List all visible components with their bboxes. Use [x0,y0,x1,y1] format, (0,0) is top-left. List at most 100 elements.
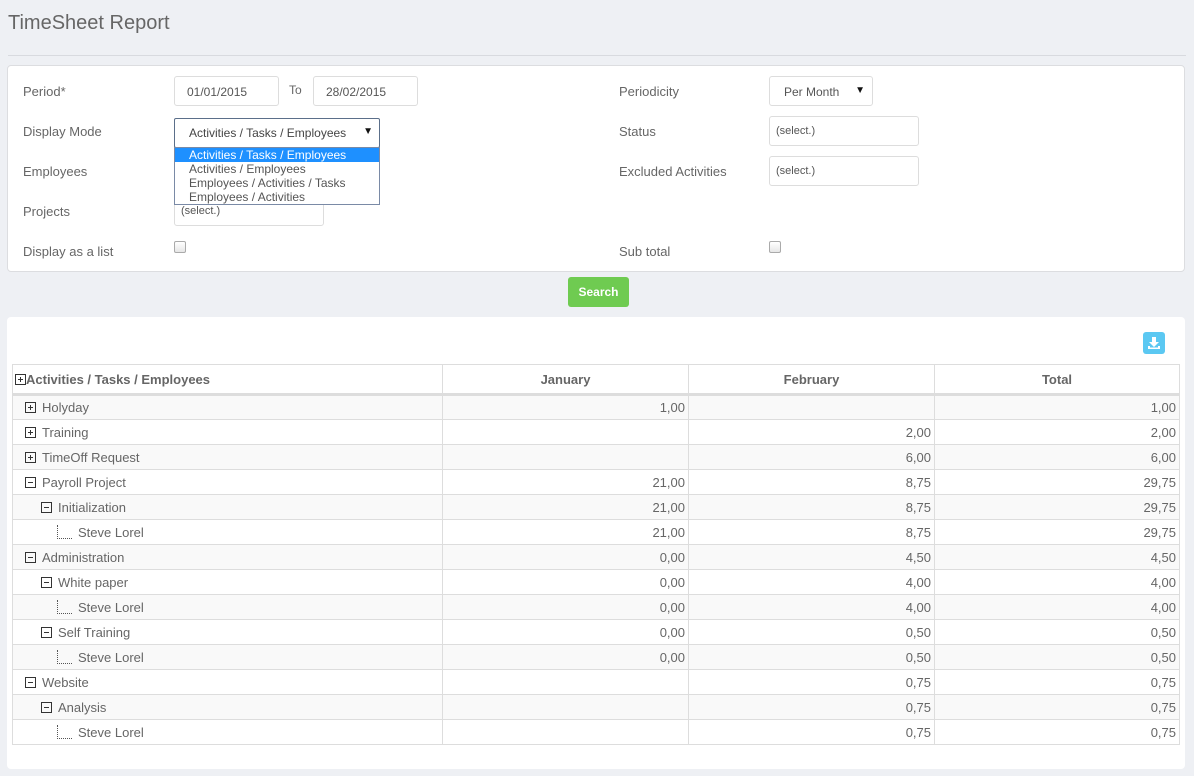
header-february: February [688,364,935,396]
row-label-cell: White paper [12,569,443,595]
row-label: Holyday [42,400,89,415]
table-row: Steve Lorel 21,00 8,75 29,75 [12,519,1180,545]
collapse-icon[interactable] [41,626,52,638]
cell-jan [442,694,689,720]
collapse-icon[interactable] [41,501,52,513]
table-row: TimeOff Request 6,00 6,00 [12,444,1180,470]
employees-label: Employees [23,164,88,179]
row-label-cell: Self Training [12,619,443,645]
cell-jan: 0,00 [442,544,689,570]
cell-jan: 21,00 [442,469,689,495]
cell-total: 29,75 [934,469,1180,495]
row-label: Website [42,674,89,690]
search-button[interactable]: Search [568,277,629,307]
collapse-icon[interactable] [41,576,52,588]
option-employees-activities[interactable]: Employees / Activities [175,190,379,204]
cell-total: 4,50 [934,544,1180,570]
cell-feb [688,394,935,420]
table-row: Holyday 1,00 1,00 [12,394,1180,420]
subtotal-label: Sub total [619,244,671,259]
display-list-label: Display as a list [23,244,114,259]
expand-icon[interactable] [25,426,36,438]
row-label-cell: Steve Lorel [12,519,443,545]
row-label: Payroll Project [42,474,126,490]
header-label: Activities / Tasks / Employees [26,371,211,387]
cell-feb: 4,00 [688,569,935,595]
cell-jan [442,719,689,745]
status-select[interactable]: (select.) [769,116,919,146]
cell-feb: 0,50 [688,619,935,645]
row-label-cell: Website [12,669,443,695]
cell-feb: 4,00 [688,594,935,620]
cell-total: 0,75 [934,694,1180,720]
display-mode-label: Display Mode [23,124,102,139]
cell-feb: 6,00 [688,444,935,470]
tree-leaf-icon [57,724,72,739]
row-label-cell: Training [12,419,443,445]
cell-jan: 0,00 [442,569,689,595]
collapse-icon[interactable] [25,551,36,563]
period-to-input[interactable]: 28/02/2015 [313,76,418,106]
cell-total: 4,00 [934,569,1180,595]
period-label: Period* [23,84,66,99]
display-mode-select[interactable]: Activities / Tasks / Employees ▼ [174,118,380,148]
cell-total: 29,75 [934,519,1180,545]
option-activities-employees[interactable]: Activities / Employees [175,162,379,176]
page-title: TimeSheet Report [8,12,170,34]
row-label: Steve Lorel [78,599,144,615]
status-label: Status [619,124,656,139]
row-label-cell: Steve Lorel [12,594,443,620]
expand-icon[interactable] [25,451,36,463]
cell-jan: 0,00 [442,594,689,620]
collapse-icon[interactable] [25,476,36,488]
cell-total: 0,50 [934,644,1180,670]
cell-feb: 8,75 [688,469,935,495]
expand-all-icon[interactable] [15,373,26,385]
cell-total: 0,75 [934,719,1180,745]
cell-total: 1,00 [934,394,1180,420]
cell-jan: 0,00 [442,644,689,670]
excluded-activities-select[interactable]: (select.) [769,156,919,186]
periodicity-value: Per Month [784,85,840,99]
collapse-icon[interactable] [41,701,52,713]
cell-feb: 0,50 [688,644,935,670]
cell-feb: 2,00 [688,419,935,445]
dropdown-arrow-icon: ▼ [855,85,865,96]
option-activities-tasks-employees[interactable]: Activities / Tasks / Employees [175,148,379,162]
display-list-checkbox[interactable] [174,241,186,253]
filter-form: Period* 01/01/2015 To 28/02/2015 Display… [7,65,1185,272]
cell-jan [442,444,689,470]
tree-leaf-icon [57,599,72,614]
to-label: To [289,83,302,97]
period-from-input[interactable]: 01/01/2015 [174,76,279,106]
cell-feb: 4,50 [688,544,935,570]
expand-icon[interactable] [25,402,36,413]
divider [8,55,1186,56]
table-row: Administration 0,00 4,50 4,50 [12,544,1180,570]
collapse-icon[interactable] [25,676,36,688]
download-button[interactable] [1143,332,1165,354]
periodicity-select[interactable]: Per Month ▼ [769,76,873,106]
table-row: Website 0,75 0,75 [12,669,1180,695]
cell-jan: 21,00 [442,519,689,545]
subtotal-checkbox[interactable] [769,241,781,253]
cell-jan: 21,00 [442,494,689,520]
option-employees-activities-tasks[interactable]: Employees / Activities / Tasks [175,176,379,190]
cell-feb: 0,75 [688,719,935,745]
display-mode-value: Activities / Tasks / Employees [189,126,347,140]
cell-feb: 0,75 [688,669,935,695]
table-row: Steve Lorel 0,00 4,00 4,00 [12,594,1180,620]
projects-label: Projects [23,204,70,219]
row-label: Steve Lorel [78,649,144,665]
cell-total: 6,00 [934,444,1180,470]
row-label-cell: Payroll Project [12,469,443,495]
header-activity[interactable]: Activities / Tasks / Employees [12,364,443,396]
row-label-cell: Steve Lorel [12,719,443,745]
cell-feb: 8,75 [688,494,935,520]
cell-total: 0,75 [934,669,1180,695]
header-total: Total [934,364,1180,396]
row-label: TimeOff Request [42,449,140,465]
table-row: White paper 0,00 4,00 4,00 [12,569,1180,595]
cell-total: 2,00 [934,419,1180,445]
row-label: Steve Lorel [78,724,144,740]
